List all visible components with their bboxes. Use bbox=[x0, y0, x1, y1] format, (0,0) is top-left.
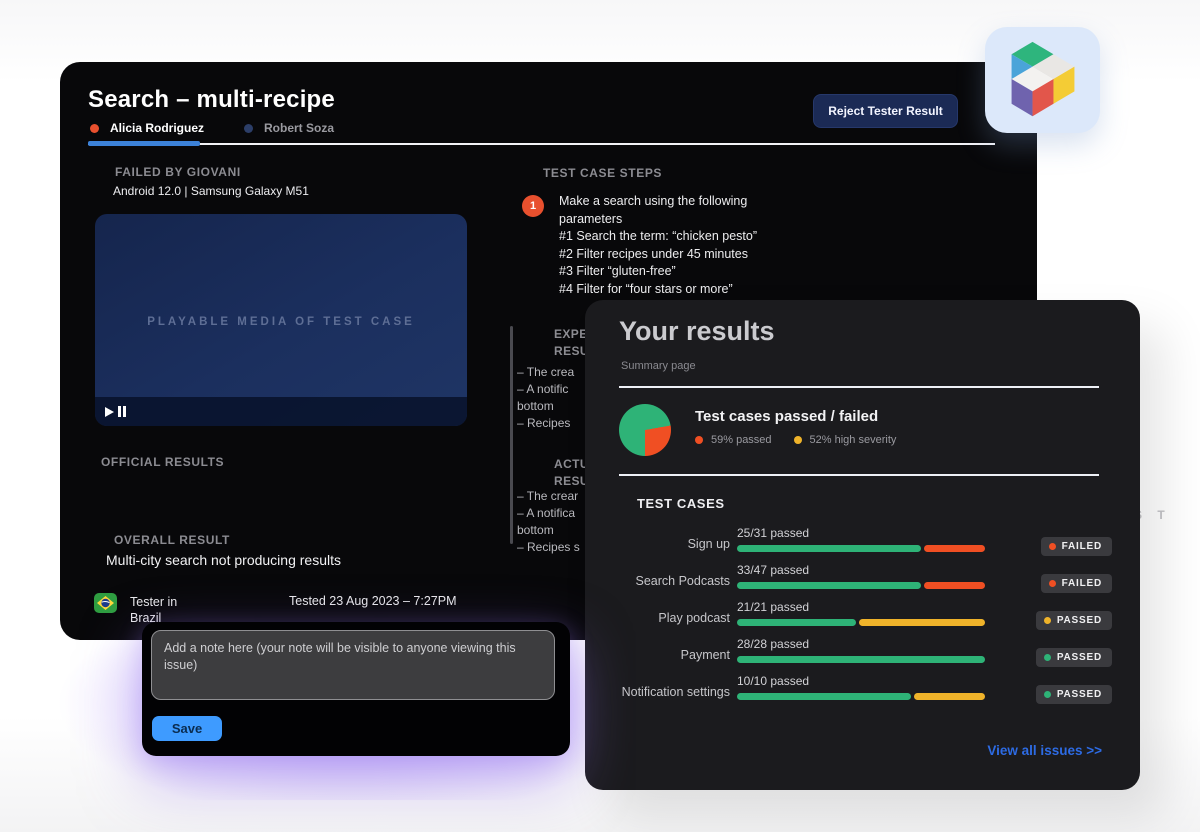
pass-fail-bar bbox=[737, 693, 985, 700]
status-label: PASSED bbox=[1057, 652, 1102, 663]
passed-count: 28/28 passed bbox=[737, 637, 985, 651]
chart-legend: 59% passed 52% high severity bbox=[695, 434, 896, 446]
passed-segment bbox=[737, 545, 921, 552]
status-label: PASSED bbox=[1057, 689, 1102, 700]
test-case-media-player[interactable]: PLAYABLE MEDIA OF TEST CASE bbox=[95, 214, 467, 426]
add-note-panel: Save bbox=[142, 622, 570, 756]
legend-dot-icon bbox=[695, 436, 703, 444]
test-case-row: Play podcast 21/21 passed PASSED bbox=[605, 598, 1120, 626]
test-case-steps-label: TEST CASE STEPS bbox=[543, 166, 662, 180]
view-all-issues-link[interactable]: View all issues >> bbox=[987, 743, 1102, 758]
status-dot-icon bbox=[1044, 617, 1051, 624]
status-dot-icon bbox=[1044, 691, 1051, 698]
passed-segment bbox=[737, 582, 921, 589]
status-badge: PASSED bbox=[1036, 685, 1112, 704]
passed-segment bbox=[737, 619, 856, 626]
active-tab-indicator bbox=[88, 141, 200, 146]
status-label: PASSED bbox=[1057, 615, 1102, 626]
test-cases-heading: TEST CASES bbox=[637, 496, 725, 511]
actual-results-text: – The crear – A notifica bottom – Recipe… bbox=[517, 488, 580, 556]
tab-label: Robert Soza bbox=[264, 121, 334, 135]
results-subtitle: Summary page bbox=[621, 360, 696, 372]
play-icon bbox=[105, 407, 114, 417]
tab-track bbox=[88, 143, 995, 145]
status-badge: FAILED bbox=[1041, 537, 1112, 556]
tested-date: Tested 23 Aug 2023 – 7:27PM bbox=[289, 594, 457, 608]
test-case-row: Sign up 25/31 passed FAILED bbox=[605, 524, 1120, 552]
status-label: FAILED bbox=[1062, 578, 1102, 589]
overall-result-label: OVERALL RESULT bbox=[114, 533, 230, 547]
tab-label: Alicia Rodriguez bbox=[110, 121, 204, 135]
pass-fail-bar bbox=[737, 619, 985, 626]
test-case-label: Play podcast bbox=[605, 611, 730, 626]
brazil-flag-icon bbox=[94, 593, 117, 613]
passed-count: 21/21 passed bbox=[737, 600, 985, 614]
your-results-panel: Your results Summary page Test cases pas… bbox=[585, 300, 1140, 790]
results-section-divider bbox=[510, 326, 513, 544]
status-label: FAILED bbox=[1062, 541, 1102, 552]
status-dot-icon bbox=[1049, 580, 1056, 587]
pause-icon bbox=[118, 406, 126, 417]
save-button[interactable]: Save bbox=[152, 716, 222, 741]
passed-segment bbox=[737, 693, 911, 700]
failed-segment bbox=[924, 582, 985, 589]
media-placeholder-text: PLAYABLE MEDIA OF TEST CASE bbox=[131, 314, 431, 331]
tester-dot-icon bbox=[90, 124, 99, 133]
tab-robert-soza[interactable]: Robert Soza bbox=[244, 121, 334, 135]
passed-count: 10/10 passed bbox=[737, 674, 985, 688]
overall-result-value: Multi-city search not producing results bbox=[106, 552, 341, 568]
test-case-label: Search Podcasts bbox=[605, 574, 730, 589]
legend-item: 59% passed bbox=[695, 434, 772, 446]
test-case-row: Search Podcasts 33/47 passed FAILED bbox=[605, 561, 1120, 589]
status-badge: PASSED bbox=[1036, 648, 1112, 667]
test-case-row: Notification settings 10/10 passed PASSED bbox=[605, 672, 1120, 700]
cube-logo-icon bbox=[1003, 34, 1083, 126]
passed-segment bbox=[737, 656, 985, 663]
chart-title: Test cases passed / failed bbox=[695, 408, 878, 425]
divider bbox=[619, 386, 1099, 388]
passed-count: 33/47 passed bbox=[737, 563, 985, 577]
passed-count: 25/31 passed bbox=[737, 526, 985, 540]
pass-fail-pie-chart bbox=[619, 404, 671, 456]
test-case-label: Notification settings bbox=[605, 685, 730, 700]
step-number-badge: 1 bbox=[522, 195, 544, 217]
test-case-label: Sign up bbox=[605, 537, 730, 552]
failed-segment bbox=[859, 619, 985, 626]
legend-label: 52% high severity bbox=[810, 434, 897, 446]
status-dot-icon bbox=[1044, 654, 1051, 661]
page-title: Search – multi-recipe bbox=[88, 86, 335, 114]
results-title: Your results bbox=[619, 316, 775, 347]
legend-dot-icon bbox=[794, 436, 802, 444]
app-logo-tile bbox=[985, 27, 1100, 133]
legend-label: 59% passed bbox=[711, 434, 772, 446]
pass-fail-bar bbox=[737, 656, 985, 663]
legend-item: 52% high severity bbox=[794, 434, 897, 446]
expected-results-text: – The crea – A notific bottom – Recipes bbox=[517, 364, 574, 432]
step-instructions: Make a search using the following parame… bbox=[559, 193, 804, 298]
device-info: Android 12.0 | Samsung Galaxy M51 bbox=[113, 184, 309, 198]
pass-fail-bar bbox=[737, 545, 985, 552]
test-case-row: Payment 28/28 passed PASSED bbox=[605, 635, 1120, 663]
tester-tabs: Alicia Rodriguez Robert Soza bbox=[90, 121, 334, 135]
failed-segment bbox=[914, 693, 985, 700]
divider bbox=[619, 474, 1099, 476]
test-case-label: Payment bbox=[605, 648, 730, 663]
media-control-bar bbox=[95, 397, 467, 426]
official-results-label: OFFICIAL RESULTS bbox=[101, 455, 224, 469]
test-case-rows: Sign up25/31 passedFAILEDSearch Podcasts… bbox=[605, 524, 1120, 709]
reject-tester-result-button[interactable]: Reject Tester Result bbox=[813, 94, 958, 128]
status-badge: FAILED bbox=[1041, 574, 1112, 593]
note-input[interactable] bbox=[151, 630, 555, 700]
page: S T Search – multi-recipe Alicia Rodrigu… bbox=[0, 0, 1200, 832]
tab-alicia-rodriguez[interactable]: Alicia Rodriguez bbox=[90, 121, 204, 135]
pass-fail-bar bbox=[737, 582, 985, 589]
failed-segment bbox=[924, 545, 985, 552]
play-pause-icon[interactable] bbox=[105, 406, 126, 417]
tester-dot-icon bbox=[244, 124, 253, 133]
failed-by-label: FAILED BY GIOVANI bbox=[115, 165, 241, 179]
status-dot-icon bbox=[1049, 543, 1056, 550]
tab-underline bbox=[88, 141, 1023, 147]
status-badge: PASSED bbox=[1036, 611, 1112, 630]
